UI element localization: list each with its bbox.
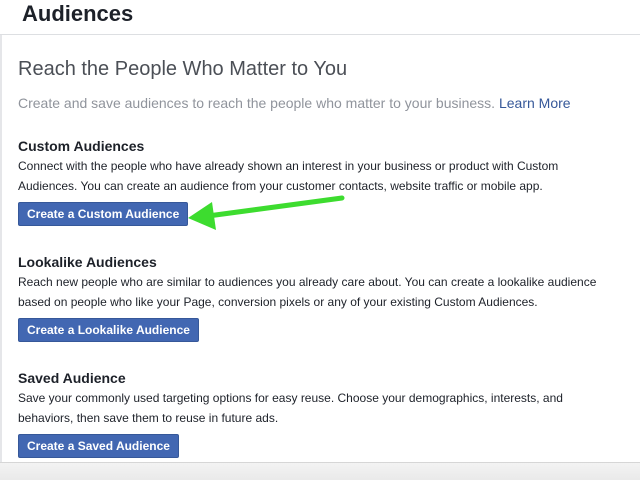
- create-custom-audience-button[interactable]: Create a Custom Audience: [18, 202, 189, 226]
- window-bottom-bar: [0, 462, 640, 480]
- saved-audience-description: Save your commonly used targeting option…: [18, 388, 628, 428]
- lookalike-audiences-description-line: Reach new people who are similar to audi…: [18, 275, 597, 289]
- saved-audience-description-line: Save your commonly used targeting option…: [18, 391, 563, 405]
- custom-audiences-section: Custom Audiences Connect with the people…: [18, 136, 628, 226]
- learn-more-link[interactable]: Learn More: [499, 95, 571, 111]
- custom-audiences-description: Connect with the people who have already…: [18, 156, 628, 196]
- intro-text: Create and save audiences to reach the p…: [18, 95, 496, 111]
- custom-audiences-description-line: Audiences. You can create an audience fr…: [18, 179, 543, 193]
- custom-audiences-title: Custom Audiences: [18, 138, 145, 154]
- create-saved-audience-button[interactable]: Create a Saved Audience: [18, 434, 179, 458]
- create-lookalike-audience-button[interactable]: Create a Lookalike Audience: [18, 318, 199, 342]
- lookalike-audiences-title: Lookalike Audiences: [18, 254, 157, 270]
- page-header: Audiences: [0, 0, 640, 35]
- custom-audiences-description-line: Connect with the people who have already…: [18, 159, 559, 173]
- lookalike-audiences-section: Lookalike Audiences Reach new people who…: [18, 252, 628, 342]
- lookalike-audiences-description-line: based on people who like your Page, conv…: [18, 295, 538, 309]
- saved-audience-description-line: behaviors, then save them to reuse in fu…: [18, 411, 279, 425]
- left-divider: [0, 35, 2, 465]
- audiences-page: Audiences Reach the People Who Matter to…: [0, 0, 640, 480]
- saved-audience-section: Saved Audience Save your commonly used t…: [18, 368, 628, 458]
- lookalike-audiences-description: Reach new people who are similar to audi…: [18, 272, 628, 312]
- saved-audience-title: Saved Audience: [18, 370, 126, 386]
- headline: Reach the People Who Matter to You: [18, 58, 348, 80]
- intro-text-block: Create and save audiences to reach the p…: [18, 93, 628, 113]
- page-title: Audiences: [22, 1, 134, 26]
- main-content: Reach the People Who Matter to You Creat…: [18, 55, 628, 113]
